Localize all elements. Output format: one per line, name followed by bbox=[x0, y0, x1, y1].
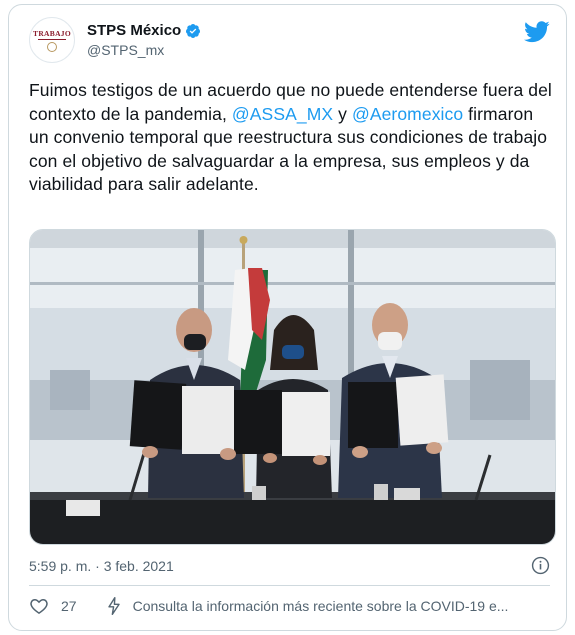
verified-badge-icon bbox=[186, 23, 201, 38]
covid-info-link[interactable]: Consulta la información más reciente sob… bbox=[133, 598, 509, 614]
tweet-card: TRABAJO STPS México @STPS_mx Fuimos test… bbox=[8, 4, 567, 631]
tweet-footer: 27 Consulta la información más reciente … bbox=[29, 594, 550, 618]
author-names: STPS México @STPS_mx bbox=[87, 21, 201, 60]
author-display-name[interactable]: STPS México bbox=[87, 21, 181, 40]
avatar[interactable]: TRABAJO bbox=[29, 17, 75, 63]
mention-link[interactable]: @Aeromexico bbox=[352, 104, 463, 124]
avatar-logo-rule bbox=[38, 38, 66, 40]
photo-signing-ceremony bbox=[30, 230, 555, 544]
avatar-logo-text: TRABAJO bbox=[33, 28, 71, 38]
avatar-seal-icon bbox=[47, 41, 57, 52]
tweet-text-segment: y bbox=[333, 103, 352, 124]
author-handle[interactable]: @STPS_mx bbox=[87, 41, 201, 60]
info-icon[interactable] bbox=[531, 556, 550, 575]
footer-divider bbox=[29, 585, 550, 586]
tweet-photo[interactable] bbox=[29, 229, 556, 545]
twitter-bird-icon[interactable] bbox=[524, 21, 550, 43]
tweet-timestamp[interactable]: 5:59 p. m. · 3 feb. 2021 bbox=[29, 558, 174, 574]
bolt-icon bbox=[107, 596, 120, 616]
like-count[interactable]: 27 bbox=[61, 598, 77, 614]
author-display-name-row[interactable]: STPS México bbox=[87, 21, 201, 40]
mention-link[interactable]: @ASSA_MX bbox=[232, 104, 333, 124]
tweet-body: Fuimos testigos de un acuerdo que no pue… bbox=[29, 79, 554, 197]
tweet-header: TRABAJO STPS México @STPS_mx bbox=[29, 17, 550, 65]
heart-icon[interactable] bbox=[29, 596, 49, 616]
